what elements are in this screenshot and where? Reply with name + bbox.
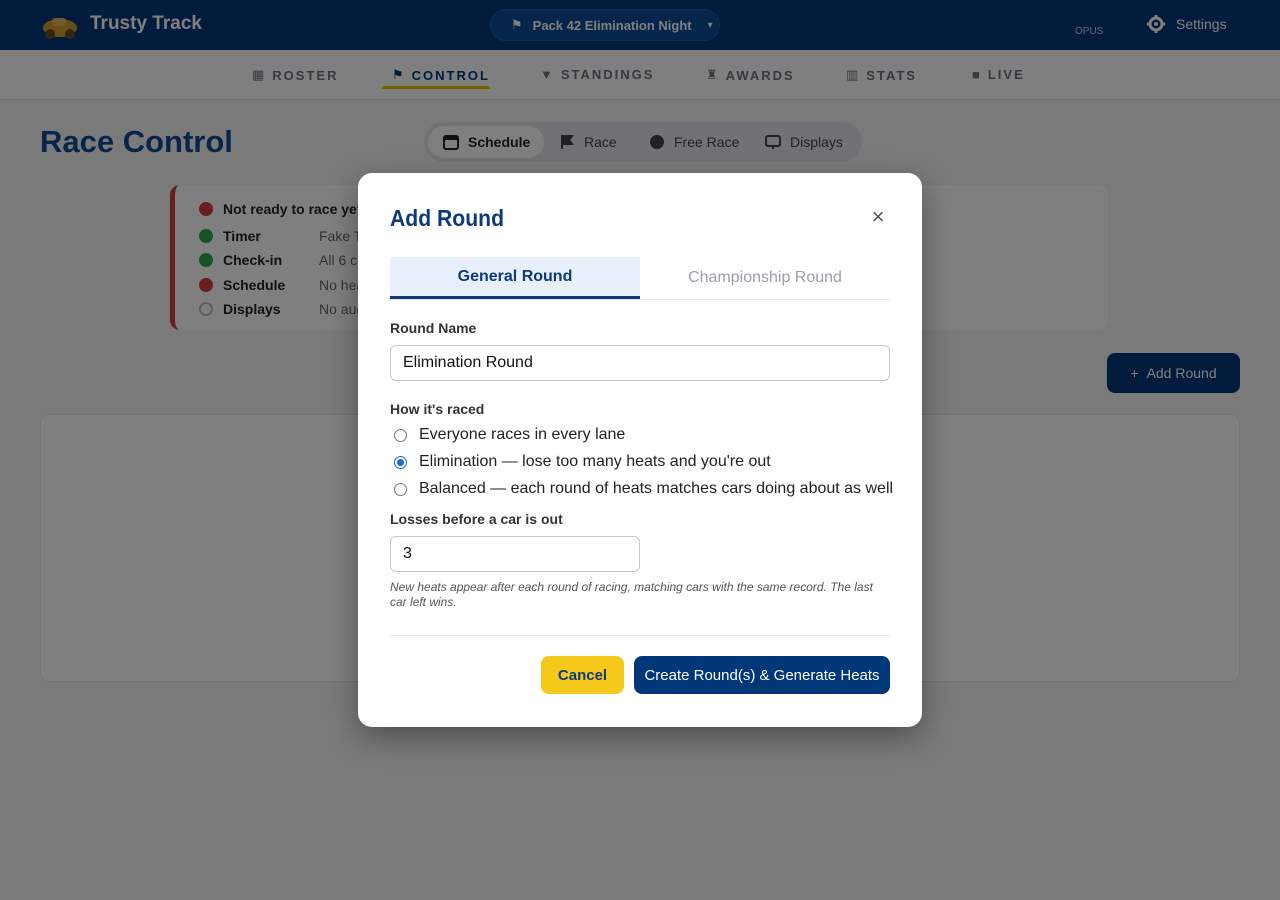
format-option-label: Elimination — lose too many heats and yo…	[419, 453, 771, 470]
tab-championship-round[interactable]: Championship Round	[640, 257, 890, 299]
race-format-label: How it's raced	[390, 401, 485, 417]
losses-input[interactable]: 3	[390, 536, 640, 572]
footer-divider	[390, 635, 890, 636]
cancel-button[interactable]: Cancel	[541, 656, 624, 694]
losses-label: Losses before a car is out	[390, 511, 563, 527]
format-option-every-lane[interactable]: Everyone races in every lane	[394, 425, 625, 445]
round-type-tabs: General Round Championship Round	[390, 257, 890, 300]
radio-button[interactable]	[394, 482, 407, 496]
format-option-label: Everyone races in every lane	[419, 426, 626, 443]
create-round-button[interactable]: Create Round(s) & Generate Heats	[634, 656, 890, 694]
round-name-input[interactable]: Elimination Round	[390, 345, 890, 381]
add-round-dialog: Add Round × General Round Championship R…	[358, 173, 922, 727]
tab-general-round[interactable]: General Round	[390, 257, 640, 299]
dialog-title: Add Round	[390, 205, 504, 231]
format-hint: New heats appear after each round of rac…	[390, 580, 873, 609]
radio-button[interactable]	[394, 428, 407, 442]
radio-button[interactable]	[394, 455, 407, 469]
format-option-label: Balanced — each round of heats matches c…	[419, 480, 894, 497]
format-option-balanced[interactable]: Balanced — each round of heats matches c…	[394, 479, 893, 499]
format-option-elimination[interactable]: Elimination — lose too many heats and yo…	[394, 452, 771, 472]
close-icon[interactable]: ×	[866, 205, 890, 229]
round-name-label: Round Name	[390, 320, 477, 336]
